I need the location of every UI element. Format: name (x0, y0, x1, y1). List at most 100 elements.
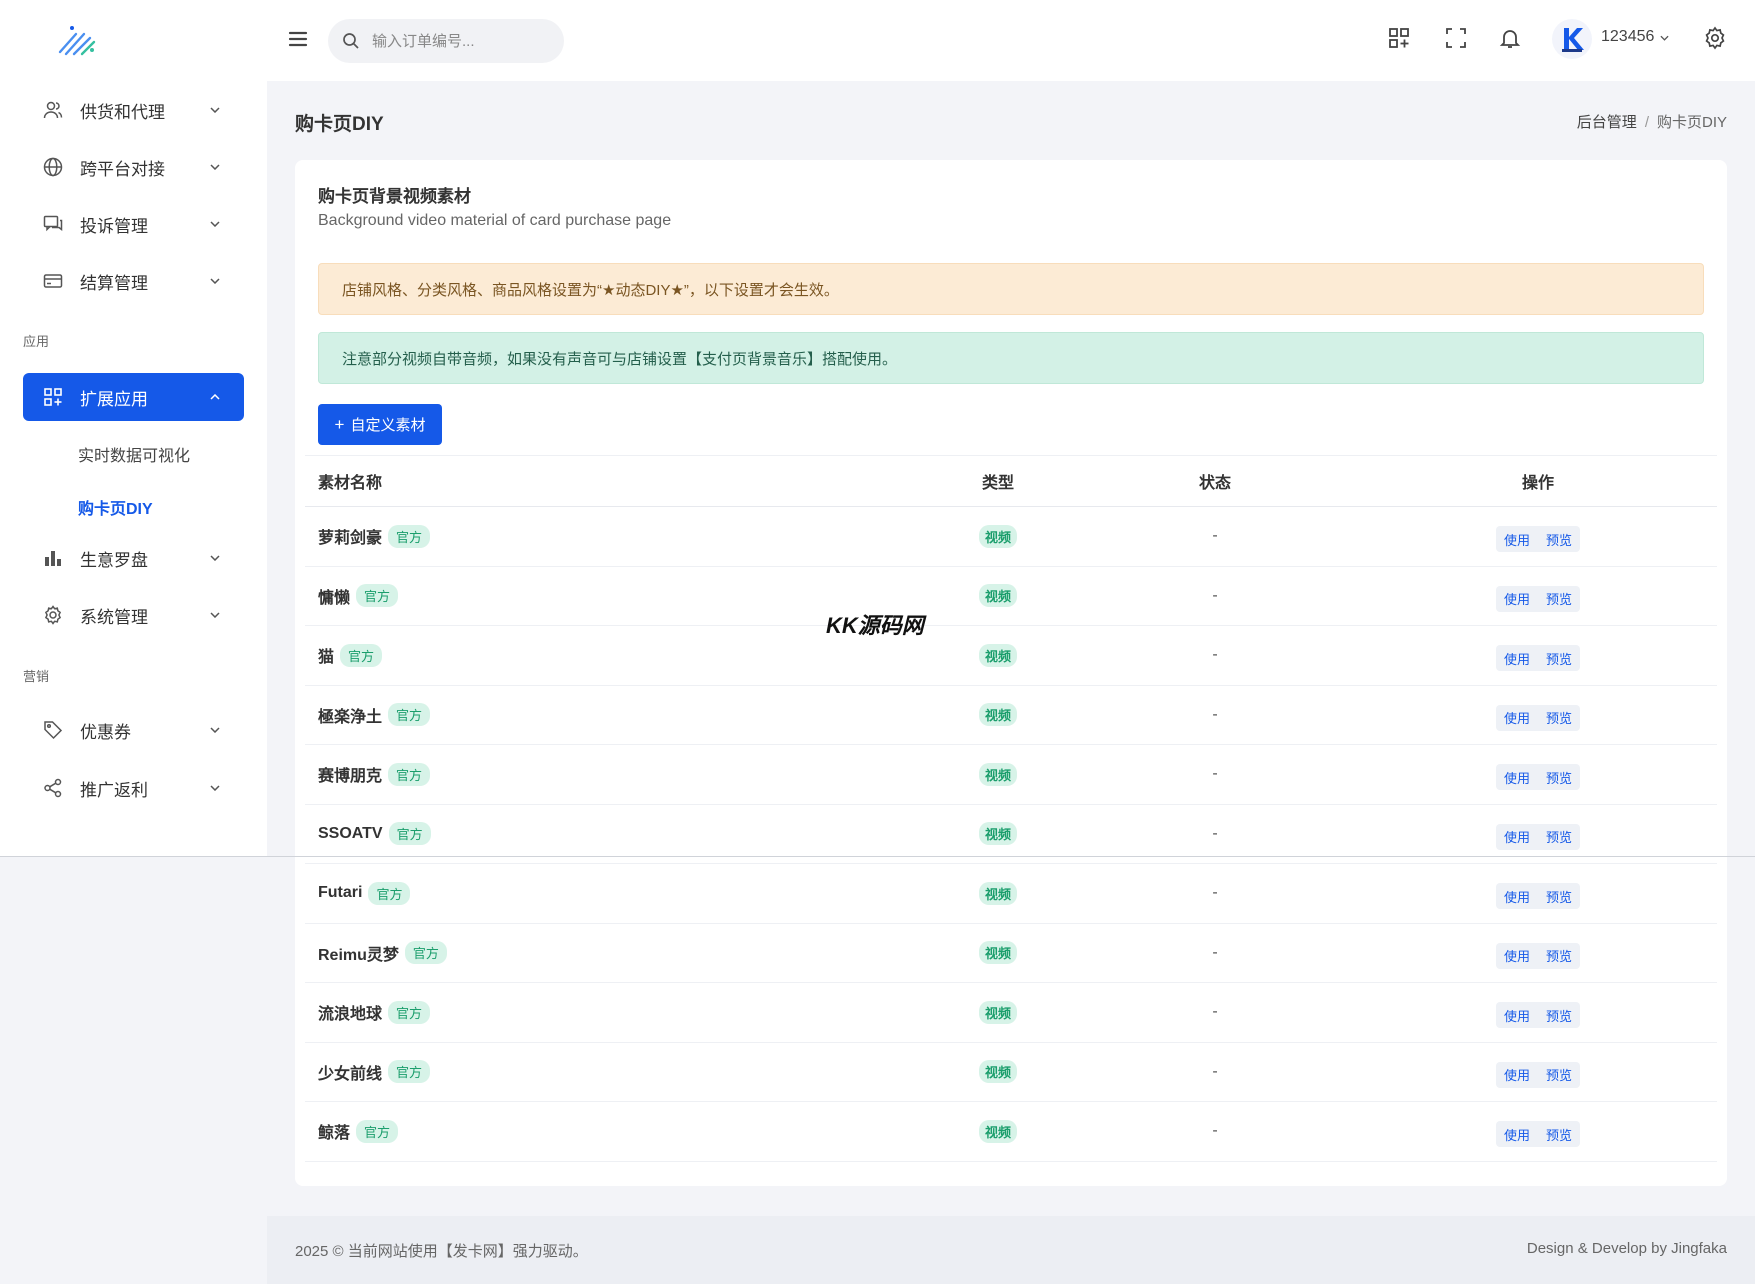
sidebar-item-label: 系统管理 (80, 607, 148, 627)
sidebar-item-system[interactable]: 系统管理 (23, 591, 244, 639)
actions-cell: 使用 预览 (1463, 924, 1613, 983)
action-button-group: 使用 预览 (1495, 1061, 1581, 1088)
official-tag: 官方 (356, 584, 399, 608)
material-name: 猫 (318, 649, 335, 667)
use-button[interactable]: 使用 (1496, 589, 1538, 608)
status-value: - (1212, 884, 1218, 902)
globe-icon (42, 156, 64, 178)
bell-icon[interactable] (1498, 26, 1522, 50)
video-type-tag: 视频 (978, 881, 1017, 905)
header-name: 素材名称 (318, 475, 383, 492)
use-button[interactable]: 使用 (1496, 887, 1538, 906)
preview-button[interactable]: 预览 (1538, 1006, 1580, 1025)
preview-button[interactable]: 预览 (1538, 708, 1580, 727)
actions-cell: 使用 预览 (1463, 686, 1613, 745)
preview-button[interactable]: 预览 (1538, 589, 1580, 608)
type-cell: 视频 (958, 626, 1038, 685)
avatar[interactable] (1552, 19, 1592, 59)
status-value: - (1212, 646, 1218, 664)
preview-button[interactable]: 预览 (1538, 1065, 1580, 1084)
logo[interactable] (52, 22, 102, 58)
official-tag: 官方 (356, 1119, 399, 1143)
sidebar-item-referral[interactable]: 推广返利 (23, 764, 244, 812)
table-row: 赛博朋克 官方 视频 - 使用 预览 (305, 745, 1717, 805)
type-cell: 视频 (958, 924, 1038, 983)
preview-button[interactable]: 预览 (1538, 649, 1580, 668)
status-value: - (1212, 527, 1218, 545)
chevron-down-icon (208, 160, 222, 174)
table-row: 慵懒 官方 视频 - 使用 预览 (305, 567, 1717, 626)
settings-gear-icon[interactable] (1703, 26, 1727, 50)
add-custom-material-button[interactable]: + 自定义素材 (318, 404, 442, 445)
status-cell: - (1175, 864, 1255, 923)
use-button[interactable]: 使用 (1496, 946, 1538, 965)
preview-button[interactable]: 预览 (1538, 827, 1580, 846)
use-button[interactable]: 使用 (1496, 768, 1538, 787)
sidebar-subitem-realtime[interactable]: 实时数据可视化 (78, 442, 190, 466)
footer-copyright: 2025 © 当前网站使用【发卡网】强力驱动。 (295, 1243, 588, 1260)
breadcrumb: 后台管理 / 购卡页DIY (1577, 111, 1727, 132)
status-value: - (1212, 765, 1218, 783)
preview-button[interactable]: 预览 (1538, 768, 1580, 787)
use-button[interactable]: 使用 (1496, 530, 1538, 549)
table-row: 鲸落 官方 视频 - 使用 预览 (305, 1102, 1717, 1162)
preview-button[interactable]: 预览 (1538, 946, 1580, 965)
video-type-tag: 视频 (978, 1119, 1017, 1143)
material-name: 慵懒 (318, 589, 351, 607)
type-cell: 视频 (958, 507, 1038, 566)
user-menu[interactable]: 123456 (1601, 28, 1669, 46)
use-button[interactable]: 使用 (1496, 1006, 1538, 1025)
action-button-group: 使用 预览 (1495, 1121, 1581, 1148)
tag-icon (42, 719, 64, 741)
preview-button[interactable]: 预览 (1538, 1125, 1580, 1144)
official-tag: 官方 (404, 941, 447, 965)
sidebar-item-label: 生意罗盘 (80, 550, 148, 570)
status-cell: - (1175, 745, 1255, 804)
status-value: - (1212, 705, 1218, 723)
search-icon (342, 32, 360, 50)
action-button-group: 使用 预览 (1495, 883, 1581, 910)
header-actions: 操作 (1521, 475, 1554, 492)
actions-cell: 使用 预览 (1463, 507, 1613, 566)
sidebar-subitem-diy[interactable]: 购卡页DIY (78, 495, 153, 519)
table-row: 萝莉剑豪 官方 视频 - 使用 预览 (305, 507, 1717, 567)
sidebar-item-extensions[interactable]: 扩展应用 (23, 373, 244, 421)
gear-icon (42, 604, 64, 626)
type-cell: 视频 (958, 983, 1038, 1042)
sidebar-item-supply[interactable]: 供货和代理 (23, 86, 244, 134)
actions-cell: 使用 预览 (1463, 983, 1613, 1042)
action-button-group: 使用 预览 (1495, 526, 1581, 553)
breadcrumb-home[interactable]: 后台管理 (1577, 114, 1637, 131)
preview-button[interactable]: 预览 (1538, 530, 1580, 549)
preview-button[interactable]: 预览 (1538, 887, 1580, 906)
video-type-tag: 视频 (978, 524, 1017, 548)
sidebar-item-business[interactable]: 生意罗盘 (23, 534, 244, 582)
fullscreen-icon[interactable] (1444, 26, 1468, 50)
material-name-cell: SSOATV 官方 (318, 805, 431, 864)
use-button[interactable]: 使用 (1496, 1065, 1538, 1084)
order-search-input[interactable] (372, 32, 542, 50)
sidebar-item-settlement[interactable]: 结算管理 (23, 257, 244, 305)
status-cell: - (1175, 507, 1255, 566)
apps-grid-icon[interactable] (1387, 26, 1411, 50)
sidebar-item-coupons[interactable]: 优惠券 (23, 706, 244, 754)
sidebar-item-complaints[interactable]: 投诉管理 (23, 200, 244, 248)
actions-cell: 使用 预览 (1463, 1043, 1613, 1102)
chevron-down-icon (208, 217, 222, 231)
chevron-down-icon (208, 723, 222, 737)
action-button-group: 使用 预览 (1495, 823, 1581, 850)
breadcrumb-current: 购卡页DIY (1656, 114, 1727, 131)
sidebar-item-label: 推广返利 (80, 780, 148, 800)
use-button[interactable]: 使用 (1496, 649, 1538, 668)
topbar: 123456 (267, 0, 1755, 81)
use-button[interactable]: 使用 (1496, 827, 1538, 846)
sidebar-item-crossplatform[interactable]: 跨平台对接 (23, 143, 244, 191)
official-tag: 官方 (388, 524, 431, 548)
menu-icon[interactable] (287, 28, 309, 50)
use-button[interactable]: 使用 (1496, 1125, 1538, 1144)
material-name-cell: 萝莉剑豪 官方 (318, 507, 431, 566)
use-button[interactable]: 使用 (1496, 708, 1538, 727)
video-type-tag: 视频 (978, 762, 1017, 786)
video-type-tag: 视频 (978, 584, 1017, 608)
sidebar-item-label: 扩展应用 (80, 389, 148, 409)
